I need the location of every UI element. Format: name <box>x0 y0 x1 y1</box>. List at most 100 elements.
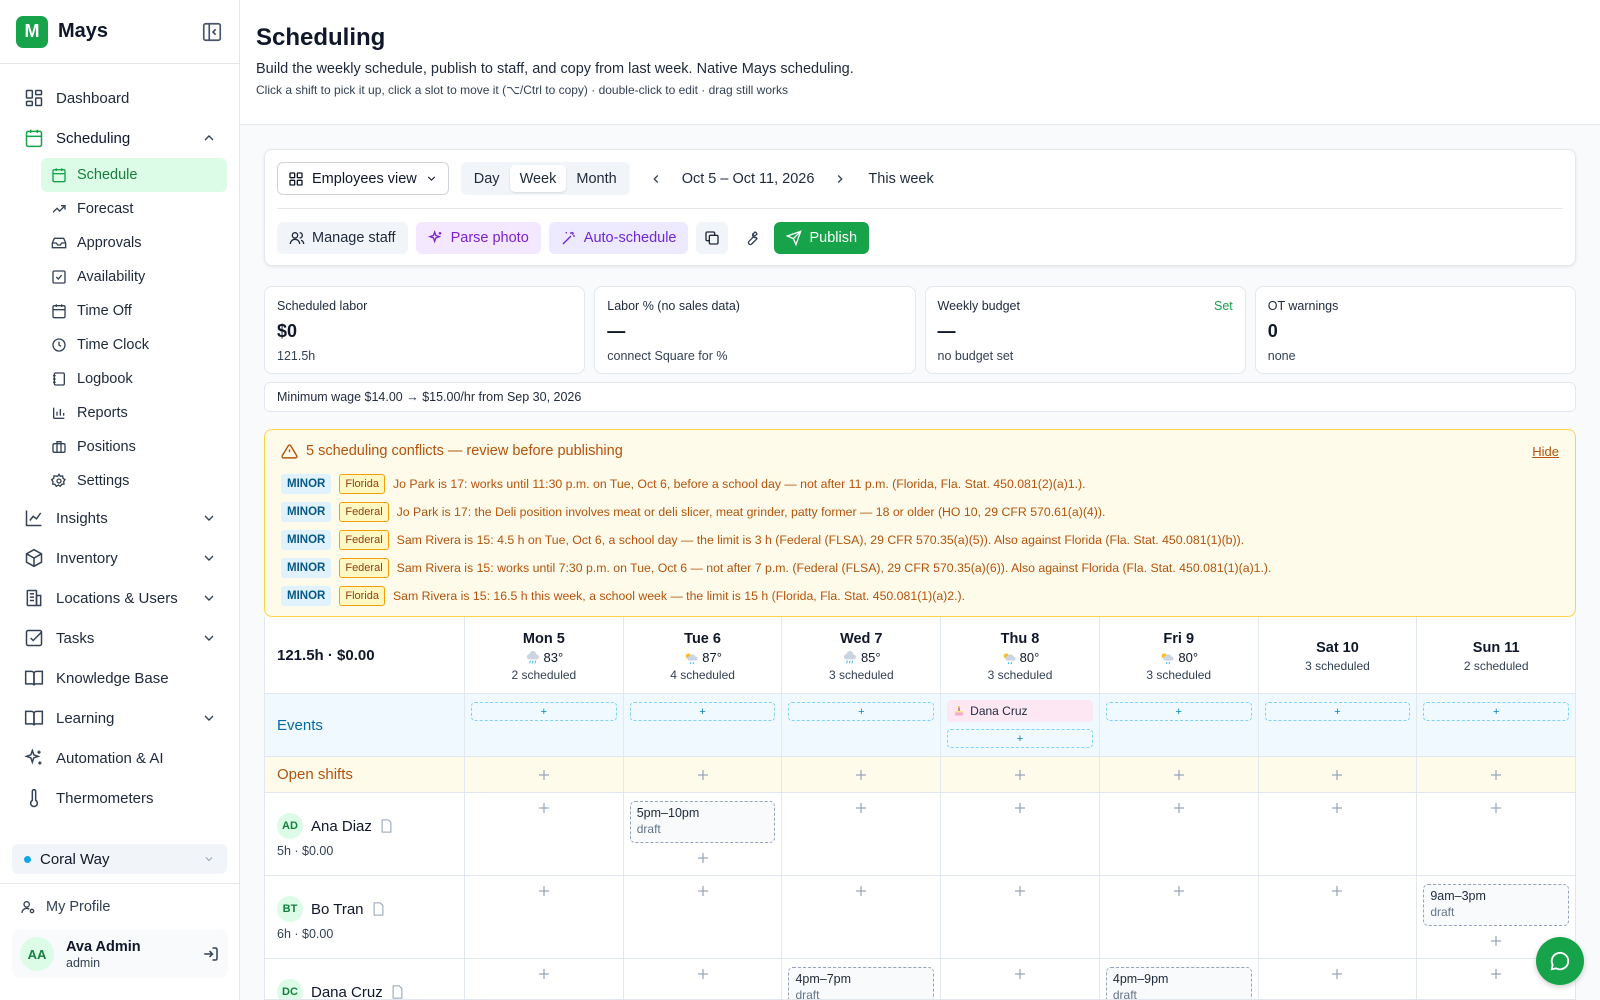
add-event-button[interactable]: + <box>471 702 617 721</box>
sidebar-item-insights[interactable]: Insights <box>0 498 239 538</box>
sidebar-item-locations-users[interactable]: Locations & Users <box>0 578 239 618</box>
sidebar-item-thermometers[interactable]: Thermometers <box>0 778 239 818</box>
location-selector[interactable]: Coral Way <box>12 844 227 874</box>
shift-card[interactable]: 5pm–10pm draft <box>629 801 776 843</box>
shift-cell[interactable] <box>1259 959 1418 999</box>
open-shift-cell[interactable] <box>941 757 1100 792</box>
mode-month-button[interactable]: Month <box>566 165 626 192</box>
shift-cell[interactable] <box>465 793 624 875</box>
shift-cell[interactable] <box>465 876 624 958</box>
events-row-label: Events <box>265 694 465 756</box>
employee-header: AD Ana Diaz <box>277 813 452 839</box>
gear-icon <box>51 473 66 488</box>
stat-card-weekly-budget: Weekly budget Set — no budget set <box>924 286 1246 374</box>
shift-cell[interactable] <box>465 959 624 999</box>
open-shift-cell[interactable] <box>782 757 942 792</box>
prev-week-button[interactable] <box>642 165 670 193</box>
shift-cell[interactable]: 4pm–7pm draft <box>782 959 942 999</box>
open-shift-cell[interactable] <box>1100 757 1259 792</box>
stat-value: — <box>937 321 956 341</box>
add-event-button[interactable]: + <box>1105 702 1252 721</box>
sidebar-subitem-reports[interactable]: Reports <box>41 396 227 430</box>
sidebar-item-tasks[interactable]: Tasks <box>0 618 239 658</box>
shift-cell[interactable] <box>1100 876 1259 958</box>
sidebar-collapse-icon[interactable] <box>201 21 223 43</box>
publish-button[interactable]: Publish <box>774 222 870 254</box>
sidebar-item-scheduling[interactable]: Scheduling <box>0 118 239 158</box>
mode-day-button[interactable]: Day <box>464 165 510 192</box>
sidebar-subitem-time-off[interactable]: Time Off <box>41 294 227 328</box>
sidebar-subitem-time-clock[interactable]: Time Clock <box>41 328 227 362</box>
shift-cell[interactable] <box>1100 793 1259 875</box>
mode-week-button[interactable]: Week <box>509 165 567 192</box>
shift-card[interactable]: 4pm–7pm draft <box>788 967 935 999</box>
sidebar-subitem-approvals[interactable]: Approvals <box>41 226 227 260</box>
document-icon[interactable] <box>380 819 393 833</box>
add-event-button[interactable]: + <box>788 702 935 721</box>
employee-name[interactable]: Bo Tran <box>311 901 364 918</box>
document-icon[interactable] <box>372 902 385 916</box>
shift-card[interactable]: 9am–3pm draft <box>1423 884 1570 926</box>
shift-cell[interactable] <box>1417 793 1575 875</box>
add-event-button[interactable]: + <box>1423 702 1570 721</box>
app-logo[interactable]: M <box>16 15 48 48</box>
sidebar-subitem-schedule[interactable]: Schedule <box>41 158 227 192</box>
tools-button[interactable] <box>736 222 766 254</box>
sidebar-subitem-availability[interactable]: Availability <box>41 260 227 294</box>
shift-cell[interactable] <box>941 876 1100 958</box>
chevron-right-icon <box>838 174 844 183</box>
sidebar-item-knowledge-base[interactable]: Knowledge Base <box>0 658 239 698</box>
shift-cell[interactable] <box>941 793 1100 875</box>
this-week-button[interactable]: This week <box>868 171 933 187</box>
add-event-button[interactable]: + <box>629 702 776 721</box>
add-event-button[interactable]: + <box>947 729 1093 748</box>
open-shift-cell[interactable] <box>1259 757 1418 792</box>
shift-cell[interactable] <box>782 876 942 958</box>
set-budget-link[interactable]: Set <box>1214 299 1233 313</box>
manage-staff-button[interactable]: Manage staff <box>277 222 408 254</box>
shift-cell[interactable] <box>624 959 783 999</box>
my-profile-link[interactable]: My Profile <box>0 890 240 924</box>
document-icon[interactable] <box>391 985 404 999</box>
sidebar-item-dashboard[interactable]: Dashboard <box>0 78 239 118</box>
shift-cell[interactable] <box>941 959 1100 999</box>
next-week-button[interactable] <box>826 165 854 193</box>
sidebar-item-automation-ai[interactable]: Automation & AI <box>0 738 239 778</box>
copy-week-button[interactable] <box>696 222 729 254</box>
view-select[interactable]: Employees view <box>277 162 449 195</box>
sidebar-item-label: Insights <box>56 509 108 527</box>
day-count: 3 scheduled <box>828 668 894 682</box>
conflicts-title: 5 scheduling conflicts — review before p… <box>306 443 623 459</box>
add-event-button[interactable]: + <box>1264 702 1411 721</box>
auto-schedule-button[interactable]: Auto-schedule <box>548 222 689 254</box>
chat-button[interactable] <box>1536 937 1584 985</box>
conflicts-hide-link[interactable]: Hide <box>1532 444 1559 459</box>
shift-cell[interactable] <box>1259 793 1418 875</box>
shift-cell[interactable] <box>624 876 783 958</box>
logout-icon[interactable] <box>202 945 220 963</box>
employee-row: DC Dana Cruz 4pm–7pm draft 4pm–9pm draft <box>265 959 1575 1000</box>
sidebar-item-learning[interactable]: Learning <box>0 698 239 738</box>
sidebar-item-inventory[interactable]: Inventory <box>0 538 239 578</box>
sidebar-subitem-logbook[interactable]: Logbook <box>41 362 227 396</box>
open-shift-cell[interactable] <box>1417 757 1575 792</box>
sidebar-subitem-positions[interactable]: Positions <box>41 430 227 464</box>
stat-card-ot-warnings: OT warnings 0 none <box>1254 286 1576 374</box>
open-shift-cell[interactable] <box>465 757 624 792</box>
sidebar-subitem-forecast[interactable]: Forecast <box>41 192 227 226</box>
sidebar-subitem-settings[interactable]: Settings <box>41 464 227 498</box>
shift-cell[interactable]: 4pm–9pm draft <box>1100 959 1259 999</box>
employee-name[interactable]: Ana Diaz <box>311 818 372 835</box>
shift-cell[interactable] <box>782 793 942 875</box>
shift-cell[interactable] <box>1259 876 1418 958</box>
sparkles-icon <box>427 230 441 244</box>
shift-card[interactable]: 4pm–9pm draft <box>1105 967 1252 999</box>
employee-name[interactable]: Dana Cruz <box>311 984 383 1000</box>
event-chip[interactable]: Dana Cruz <box>947 700 1093 722</box>
open-shift-cell[interactable] <box>624 757 783 792</box>
day-header-inner: Thu 8 80° 3 scheduled <box>941 617 1099 682</box>
sidebar-nav: Dashboard Scheduling Schedule Forecast A… <box>0 64 239 818</box>
plus-icon <box>1491 969 1502 979</box>
parse-photo-button[interactable]: Parse photo <box>415 222 541 254</box>
shift-cell[interactable]: 5pm–10pm draft <box>624 793 783 875</box>
